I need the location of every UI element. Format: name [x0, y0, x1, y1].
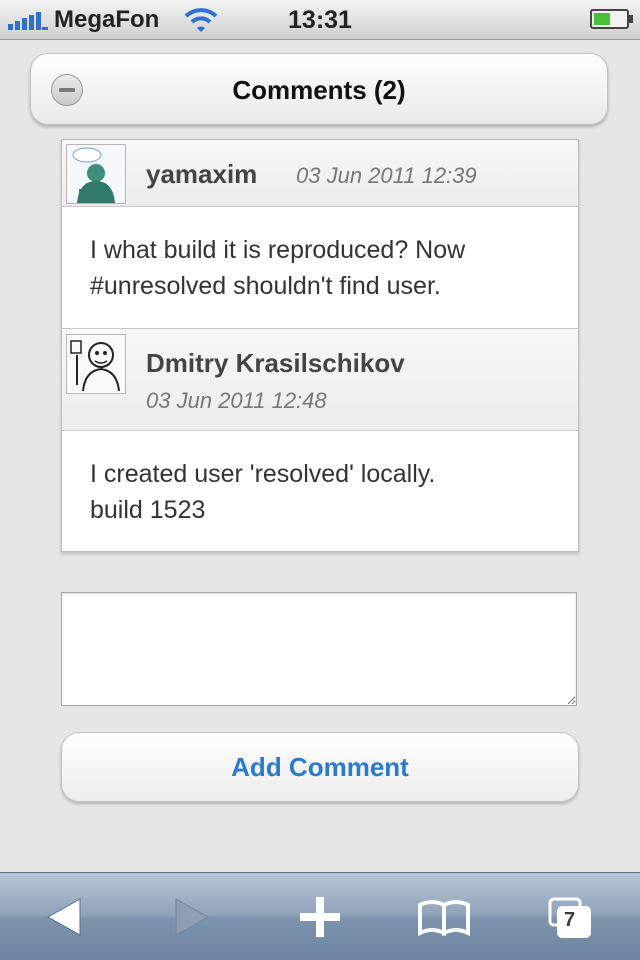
- tabs-button[interactable]: 7: [544, 889, 600, 945]
- comment-date: 03 Jun 2011 12:39: [296, 163, 477, 188]
- avatar: [66, 334, 126, 394]
- comments-header[interactable]: Comments (2): [30, 53, 608, 125]
- status-bar: MegaFon 13:31: [0, 0, 640, 40]
- carrier-name: MegaFon: [54, 6, 160, 33]
- comment-text: I what build it is reproduced? Now #unre…: [90, 232, 550, 304]
- page-title: Comments (2): [232, 75, 406, 105]
- bookmarks-icon[interactable]: [416, 889, 472, 945]
- comments-list: yamaxim 03 Jun 2011 12:39 I what build i…: [61, 139, 579, 552]
- browser-toolbar: 7: [0, 872, 640, 960]
- forward-icon[interactable]: [164, 889, 220, 945]
- comment-author[interactable]: Dmitry Krasilschikov: [146, 348, 405, 379]
- comment-author[interactable]: yamaxim: [146, 159, 257, 190]
- comment-date: 03 Jun 2011 12:48: [146, 388, 327, 413]
- comment-text-line: #unresolved shouldn't find user.: [90, 272, 441, 300]
- tab-count: 7: [564, 909, 576, 931]
- comment-header: Dmitry Krasilschikov 03 Jun 2011 12:48: [62, 328, 578, 431]
- comment-text-line: build 1523: [90, 496, 206, 524]
- avatar: [66, 144, 126, 204]
- back-icon[interactable]: [36, 889, 92, 945]
- wifi-icon: [184, 8, 218, 32]
- comment-input[interactable]: [61, 592, 577, 706]
- battery-icon: [590, 9, 633, 29]
- add-bookmark-icon[interactable]: [292, 889, 348, 945]
- add-comment-button[interactable]: Add Comment: [61, 732, 579, 802]
- comment-text: I created user 'resolved' locally. build…: [90, 456, 550, 528]
- comment-header: yamaxim 03 Jun 2011 12:39: [62, 140, 578, 207]
- comment-text-line: I created user 'resolved' locally.: [90, 460, 436, 488]
- signal-icon: [8, 12, 48, 30]
- comment-text-line: I what build it is reproduced? Now: [90, 236, 466, 264]
